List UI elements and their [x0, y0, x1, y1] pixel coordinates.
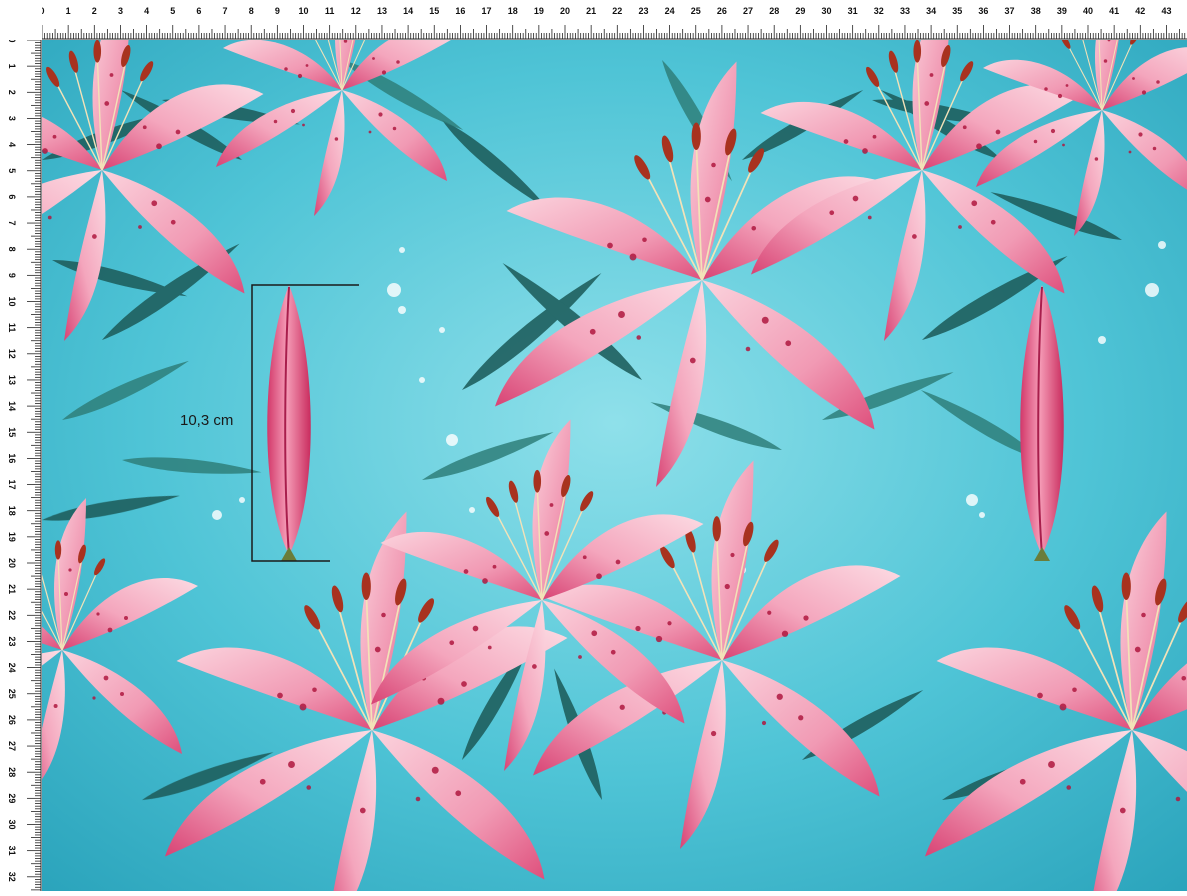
ruler-top-label: 14: [403, 6, 413, 16]
ruler-left-label: 7: [7, 221, 17, 226]
ruler-left-label: 5: [7, 168, 17, 173]
ruler-left-label: 20: [7, 558, 17, 568]
ruler-top-label: 13: [377, 6, 387, 16]
ruler-top-label: 40: [1083, 6, 1093, 16]
ruler-top-label: 19: [534, 6, 544, 16]
ruler-top-label: 28: [769, 6, 779, 16]
ruler-top-label: 12: [351, 6, 361, 16]
ruler-left-label: 16: [7, 453, 17, 463]
ruler-top: 0 1 2 3 4 5 6 7 8 9 10 11 12 13 14 15 16 17 18 19 20 21 22 23 24…: [0, 0, 1187, 40]
ruler-top-label: 4: [144, 6, 149, 16]
ruler-left-label: 19: [7, 532, 17, 542]
ruler-top-label: 34: [926, 6, 936, 16]
ruler-top-label: 31: [848, 6, 858, 16]
measurement-label: 10,3 cm: [180, 412, 234, 429]
ruler-left-label: 21: [7, 584, 17, 594]
ruler-top-label: 33: [900, 6, 910, 16]
ruler-left-label: 12: [7, 349, 17, 359]
ruler-left-label: 25: [7, 689, 17, 699]
ruler-top-label: 32: [874, 6, 884, 16]
ruler-top-label: 37: [1005, 6, 1015, 16]
ruler-left-label: 11: [7, 323, 17, 333]
ruler-left-label: 32: [7, 872, 17, 882]
ruler-top-label: 3: [118, 6, 123, 16]
ruler-left-label: 23: [7, 636, 17, 646]
ruler-left-label: 6: [7, 194, 17, 199]
ruler-left-label: 22: [7, 610, 17, 620]
ruler-top-label: 11: [325, 6, 335, 16]
fabric-pattern: [42, 40, 1187, 891]
ruler-left-label: 17: [7, 480, 17, 490]
ruler-top-label: 17: [482, 6, 492, 16]
ruler-top-label: 15: [429, 6, 439, 16]
ruler-left-label: 3: [7, 116, 17, 121]
ruler-top-label: 38: [1031, 6, 1041, 16]
ruler-left-label: 10: [7, 296, 17, 306]
ruler-top-label: 26: [717, 6, 727, 16]
ruler-left-label: 1: [7, 64, 17, 69]
ruler-top-label: 27: [743, 6, 753, 16]
ruler-left-label: 26: [7, 715, 17, 725]
ruler-left-label: 29: [7, 793, 17, 803]
ruler-left-label: 13: [7, 375, 17, 385]
ruler-left-label: 18: [7, 506, 17, 516]
ruler-top-label: 39: [1057, 6, 1067, 16]
ruler-top-label: 7: [223, 6, 228, 16]
ruler-left-label: 28: [7, 767, 17, 777]
ruler-top-label: 6: [196, 6, 201, 16]
ruler-left-label: 24: [7, 663, 17, 673]
ruler-left-label: 14: [7, 401, 17, 411]
ruler-top-label: 25: [691, 6, 701, 16]
ruler-top-label: 1: [66, 6, 71, 16]
ruler-left-label: 30: [7, 819, 17, 829]
ruler-left-label: 4: [7, 142, 17, 147]
ruler-left-label: 15: [7, 427, 17, 437]
ruler-left-label: 9: [7, 273, 17, 278]
ruler-top-label: 8: [249, 6, 254, 16]
ruler-top-label: 42: [1135, 6, 1145, 16]
ruler-top-label: 29: [795, 6, 805, 16]
ruler-left-label: 8: [7, 247, 17, 252]
ruler-top-label: 35: [952, 6, 962, 16]
ruler-top-label: 22: [612, 6, 622, 16]
ruler-left-label: 2: [7, 90, 17, 95]
ruler-corner: [0, 0, 42, 40]
ruler-top-label: 16: [455, 6, 465, 16]
ruler-top-label: 43: [1161, 6, 1171, 16]
ruler-left-label: 31: [7, 846, 17, 856]
ruler-top-label: 18: [508, 6, 518, 16]
ruler-left: 0 1 2 3 4 5 6 7 8 9 10 11 12 13 14 15 16 17 18 19 20 21 22 23 24…: [0, 0, 42, 891]
ruler-top-label: 24: [665, 6, 675, 16]
ruler-top-label: 10: [298, 6, 308, 16]
ruler-top-label: 5: [170, 6, 175, 16]
ruler-left-label: 27: [7, 741, 17, 751]
ruler-top-label: 2: [92, 6, 97, 16]
ruler-top-label: 20: [560, 6, 570, 16]
ruler-top-label: 21: [586, 6, 596, 16]
ruler-top-label: 41: [1109, 6, 1119, 16]
ruler-top-label: 9: [275, 6, 280, 16]
ruler-top-label: 23: [638, 6, 648, 16]
ruler-top-label: 36: [978, 6, 988, 16]
ruler-top-label: 30: [821, 6, 831, 16]
